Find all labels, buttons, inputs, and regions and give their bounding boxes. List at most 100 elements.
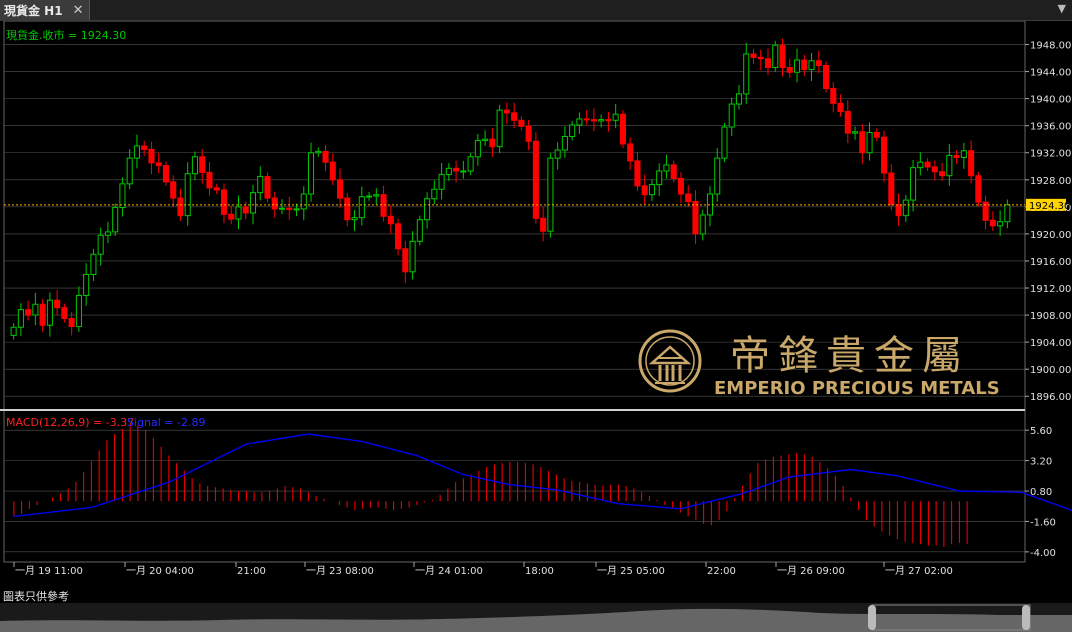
candle-body — [989, 219, 996, 227]
candle-body — [931, 166, 938, 173]
macd-tick-label: 5.60 — [1030, 426, 1052, 437]
candle-body — [177, 197, 184, 217]
candle-body — [257, 175, 264, 194]
candle-body — [17, 309, 24, 328]
candle-body — [822, 64, 830, 89]
candle-body — [104, 231, 111, 236]
candle-body — [474, 140, 481, 158]
candle-body — [61, 307, 68, 319]
price-tick-label: 1944.00 — [1030, 68, 1071, 79]
macd-tick-label: 0.80 — [1030, 487, 1052, 498]
candle-body — [554, 149, 561, 159]
candle-body — [220, 189, 228, 215]
candle-body — [242, 206, 249, 214]
macd-tick-label: -1.60 — [1030, 517, 1056, 528]
candle-body — [264, 175, 271, 199]
candle-body — [808, 60, 815, 71]
price-tick-label: 1904.00 — [1030, 338, 1071, 349]
candle-body — [917, 161, 924, 169]
watermark-english: EMPERIO PRECIOUS METALS — [714, 378, 1000, 399]
candle-body — [968, 150, 975, 177]
candle-body — [801, 59, 808, 71]
candle-body — [663, 164, 670, 172]
candle-body — [612, 113, 619, 121]
candle-body — [315, 150, 322, 154]
candle-body — [32, 303, 39, 316]
candle-body — [162, 165, 169, 183]
candle-body — [141, 145, 148, 150]
price-tick-label: 1916.00 — [1030, 257, 1071, 268]
chevron-down-icon[interactable]: ▼ — [1058, 2, 1066, 15]
time-tick-label: 22:00 — [707, 566, 736, 577]
candle-body — [583, 118, 590, 121]
candle-body — [54, 299, 61, 309]
close-icon[interactable]: ✕ — [73, 3, 84, 18]
candle-body — [293, 208, 300, 211]
candle-body — [576, 118, 583, 126]
candle-body — [235, 206, 242, 220]
candle-body — [793, 59, 801, 73]
candle-body — [271, 197, 278, 210]
candle-body — [503, 109, 510, 114]
candle-body — [438, 173, 445, 190]
candle-body — [170, 181, 177, 199]
candle-body — [97, 234, 104, 255]
candle-body — [721, 126, 728, 159]
candle-body — [184, 173, 191, 217]
chart-navigator[interactable] — [0, 603, 1072, 632]
candle-body — [431, 188, 438, 200]
candle-body — [895, 204, 902, 217]
price-tick-label: 1912.00 — [1030, 284, 1071, 295]
candle-body — [496, 109, 503, 148]
candle-body — [286, 207, 293, 211]
time-tick-label: 一月 27 02:00 — [885, 565, 953, 577]
price-panel-label: 現貨金.收市 = 1924.30 — [6, 28, 126, 42]
candle-body — [648, 184, 655, 196]
chart-area[interactable]: 帝鋒貴金屬 EMPERIO PRECIOUS METALS 1948.00 194… — [0, 21, 1072, 603]
price-tick-label: 1896.00 — [1030, 392, 1071, 403]
candle-body — [278, 207, 286, 210]
candle-body — [213, 187, 220, 191]
candle-body — [619, 113, 626, 145]
candle-body — [714, 157, 721, 195]
candle-body — [90, 253, 97, 275]
navigator-right-handle[interactable] — [1022, 605, 1030, 630]
candle-body — [815, 60, 822, 66]
candle-body — [25, 309, 32, 316]
candle-body — [590, 119, 597, 122]
candle-body — [735, 93, 743, 105]
candle-body — [39, 303, 46, 326]
candle-body — [373, 194, 380, 197]
price-tick-label: 1900.00 — [1030, 365, 1071, 376]
candle-body — [997, 221, 1004, 227]
candle-body — [191, 156, 199, 175]
candle-body — [641, 185, 648, 196]
candle-body — [249, 192, 257, 214]
candle-body — [351, 217, 358, 221]
candle-body — [206, 171, 213, 189]
candle-body — [881, 136, 888, 174]
candle-body — [199, 156, 206, 173]
chart-tab[interactable]: 現貨金 H1 ✕ — [0, 0, 91, 20]
candle-body — [112, 207, 119, 233]
time-tick-label: 一月 24 01:00 — [415, 565, 483, 577]
candle-body — [133, 145, 140, 159]
candle-body — [627, 143, 634, 162]
candle-body — [670, 164, 677, 179]
candle-body — [547, 157, 554, 232]
candle-body — [779, 44, 786, 69]
candle-body — [532, 140, 539, 219]
candle-body — [68, 317, 75, 328]
candle-body — [837, 102, 844, 112]
signal-label: Signal = -2.89 — [127, 416, 205, 429]
navigator-left-handle[interactable] — [868, 605, 876, 630]
candle-body — [1004, 204, 1011, 223]
candle-body — [307, 152, 315, 195]
candle-body — [772, 44, 779, 69]
candle-body — [155, 162, 162, 167]
chart-tab-title: 現貨金 H1 — [4, 3, 63, 18]
candle-body — [888, 172, 895, 206]
candle-body — [416, 219, 423, 242]
price-tick-label: 1940.00 — [1030, 95, 1071, 106]
candle-body — [467, 156, 474, 172]
